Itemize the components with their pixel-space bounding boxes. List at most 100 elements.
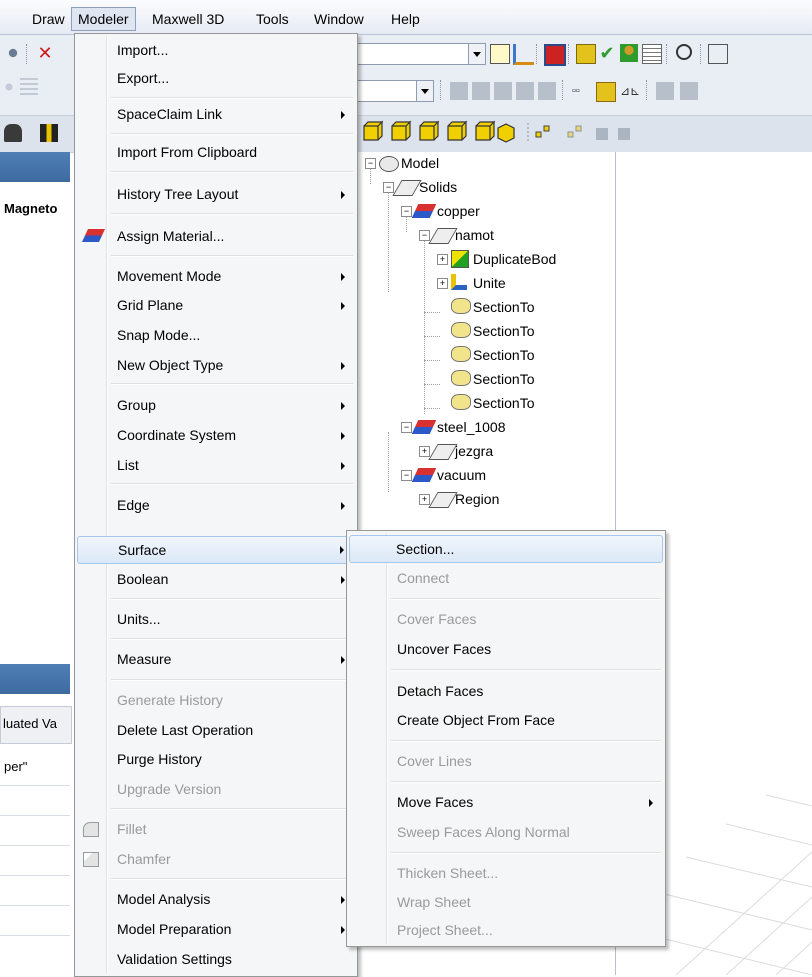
menu-item-delete-last-operation[interactable]: Delete Last Operation bbox=[77, 716, 355, 744]
menu-item-list[interactable]: List bbox=[77, 451, 355, 479]
menu-modeler[interactable]: Modeler bbox=[71, 7, 136, 31]
submenu-arrow-icon bbox=[341, 926, 345, 934]
menu-item-export[interactable]: Export... bbox=[77, 64, 355, 92]
boolean-icon-1[interactable] bbox=[656, 82, 674, 100]
toolbar-dropdown-2[interactable] bbox=[354, 80, 434, 102]
rotate-icon[interactable] bbox=[0, 78, 18, 96]
menu-item-chamfer[interactable]: Chamfer bbox=[77, 845, 355, 873]
menu-item-spaceclaim-link[interactable]: SpaceClaim Link bbox=[77, 100, 355, 128]
rotate-object-icon[interactable] bbox=[596, 82, 616, 102]
tree-node-section[interactable]: SectionTo bbox=[473, 296, 534, 318]
menu-item-grid-plane[interactable]: Grid Plane bbox=[77, 291, 355, 319]
submenu-item-uncover-faces[interactable]: Uncover Faces bbox=[349, 635, 663, 663]
properties-icon[interactable] bbox=[490, 44, 510, 64]
menu-item-import-clipboard[interactable]: Import From Clipboard bbox=[77, 138, 355, 166]
menu-item-import[interactable]: Import... bbox=[77, 36, 355, 64]
expander-jezgra[interactable]: + bbox=[419, 446, 430, 457]
submenu-item-project-sheet[interactable]: Project Sheet... bbox=[349, 916, 663, 944]
tree-node-section[interactable]: SectionTo bbox=[473, 392, 534, 414]
boolean-icon-2[interactable] bbox=[680, 82, 698, 100]
menu-item-model-preparation[interactable]: Model Preparation bbox=[77, 915, 355, 943]
expander-region[interactable]: + bbox=[419, 494, 430, 505]
submenu-item-create-object-from-face[interactable]: Create Object From Face bbox=[349, 706, 663, 734]
menu-help[interactable]: Help bbox=[385, 8, 426, 30]
expander-duplicate[interactable]: + bbox=[437, 254, 448, 265]
menu-item-new-object-type[interactable]: New Object Type bbox=[77, 351, 355, 379]
tree-icon[interactable] bbox=[513, 44, 534, 65]
menu-item-history-tree-layout[interactable]: History Tree Layout bbox=[77, 180, 355, 208]
menu-item-upgrade-version[interactable]: Upgrade Version bbox=[77, 775, 355, 803]
tree-node-steel[interactable]: steel_1008 bbox=[437, 416, 506, 438]
submenu-item-wrap-sheet[interactable]: Wrap Sheet bbox=[349, 888, 663, 916]
view-icon[interactable] bbox=[4, 44, 22, 62]
fit-view-icon[interactable] bbox=[4, 124, 22, 142]
document-icon[interactable] bbox=[642, 44, 662, 64]
menu-item-purge-history[interactable]: Purge History bbox=[77, 745, 355, 773]
tree-node-solids[interactable]: Solids bbox=[419, 176, 457, 198]
menu-item-generate-history[interactable]: Generate History bbox=[77, 686, 355, 714]
menu-item-surface[interactable]: Surface bbox=[77, 536, 355, 564]
layers-icon[interactable] bbox=[40, 124, 58, 142]
tree-node-namot[interactable]: namot bbox=[455, 224, 494, 246]
menu-draw[interactable]: Draw bbox=[26, 8, 71, 30]
submenu-item-sweep-faces[interactable]: Sweep Faces Along Normal bbox=[349, 818, 663, 846]
expander-unite[interactable]: + bbox=[437, 278, 448, 289]
edit-icon-1[interactable] bbox=[450, 82, 468, 100]
edit-icon-2[interactable] bbox=[472, 82, 490, 100]
edit-icon-5[interactable] bbox=[538, 82, 556, 100]
tree-node-model[interactable]: Model bbox=[401, 152, 439, 174]
tree-node-section[interactable]: SectionTo bbox=[473, 368, 534, 390]
toolbar-dropdown-1[interactable] bbox=[354, 43, 486, 65]
tree-node-vacuum[interactable]: vacuum bbox=[437, 464, 486, 486]
menu-window[interactable]: Window bbox=[308, 8, 370, 30]
menu-item-units[interactable]: Units... bbox=[77, 605, 355, 633]
expander-solids[interactable]: − bbox=[383, 182, 394, 193]
move-icon[interactable]: ▫▫ bbox=[572, 82, 590, 100]
edit-icon-4[interactable] bbox=[516, 82, 534, 100]
mirror-icon[interactable]: ⊿⊾ bbox=[620, 82, 640, 100]
menu-item-edge[interactable]: Edge bbox=[77, 491, 355, 519]
properties-column-header: luated Va bbox=[0, 706, 72, 744]
expander-vacuum[interactable]: − bbox=[401, 470, 412, 481]
report-icon[interactable] bbox=[576, 44, 596, 64]
menu-item-boolean[interactable]: Boolean bbox=[77, 565, 355, 593]
expander-steel[interactable]: − bbox=[401, 422, 412, 433]
submenu-item-section[interactable]: Section... bbox=[349, 535, 663, 563]
menu-item-model-analysis[interactable]: Model Analysis bbox=[77, 885, 355, 913]
submenu-item-cover-lines[interactable]: Cover Lines bbox=[349, 747, 663, 775]
delete-icon[interactable]: ✕ bbox=[36, 44, 54, 62]
submenu-item-detach-faces[interactable]: Detach Faces bbox=[349, 677, 663, 705]
tree-node-unite[interactable]: Unite bbox=[473, 272, 506, 294]
curve-icon[interactable] bbox=[676, 44, 692, 60]
menu-item-coordinate-system[interactable]: Coordinate System bbox=[77, 421, 355, 449]
menu-item-group[interactable]: Group bbox=[77, 391, 355, 419]
validate-icon[interactable]: ✔ bbox=[598, 44, 616, 62]
menu-item-movement-mode[interactable]: Movement Mode bbox=[77, 262, 355, 290]
menu-item-measure[interactable]: Measure bbox=[77, 645, 355, 673]
submenu-item-cover-faces[interactable]: Cover Faces bbox=[349, 605, 663, 633]
stop-icon[interactable] bbox=[544, 44, 566, 66]
tree-node-section[interactable]: SectionTo bbox=[473, 320, 534, 342]
menu-item-validation-settings[interactable]: Validation Settings bbox=[77, 945, 355, 973]
submenu-item-connect[interactable]: Connect bbox=[349, 564, 663, 592]
expander-copper[interactable]: − bbox=[401, 206, 412, 217]
expander-namot[interactable]: − bbox=[419, 230, 430, 241]
copy-icon[interactable] bbox=[708, 44, 728, 64]
tree-node-copper[interactable]: copper bbox=[437, 200, 480, 222]
analyze-icon[interactable] bbox=[620, 44, 638, 62]
menu-item-assign-material[interactable]: Assign Material... bbox=[77, 222, 355, 250]
menu-tools[interactable]: Tools bbox=[250, 8, 295, 30]
tree-node-duplicate[interactable]: DuplicateBod bbox=[473, 248, 556, 270]
tree-node-jezgra[interactable]: jezgra bbox=[455, 440, 493, 462]
menu-item-snap-mode[interactable]: Snap Mode... bbox=[77, 321, 355, 349]
align-icon[interactable] bbox=[20, 78, 38, 96]
tree-node-section[interactable]: SectionTo bbox=[473, 344, 534, 366]
submenu-item-move-faces[interactable]: Move Faces bbox=[349, 788, 663, 816]
project-panel-header bbox=[0, 152, 70, 182]
edit-icon-3[interactable] bbox=[494, 82, 512, 100]
submenu-item-thicken-sheet[interactable]: Thicken Sheet... bbox=[349, 859, 663, 887]
menu-item-fillet[interactable]: Fillet bbox=[77, 815, 355, 843]
menu-maxwell-3d[interactable]: Maxwell 3D bbox=[146, 8, 230, 30]
expander-model[interactable]: − bbox=[365, 158, 376, 169]
tree-node-region[interactable]: Region bbox=[455, 488, 499, 510]
